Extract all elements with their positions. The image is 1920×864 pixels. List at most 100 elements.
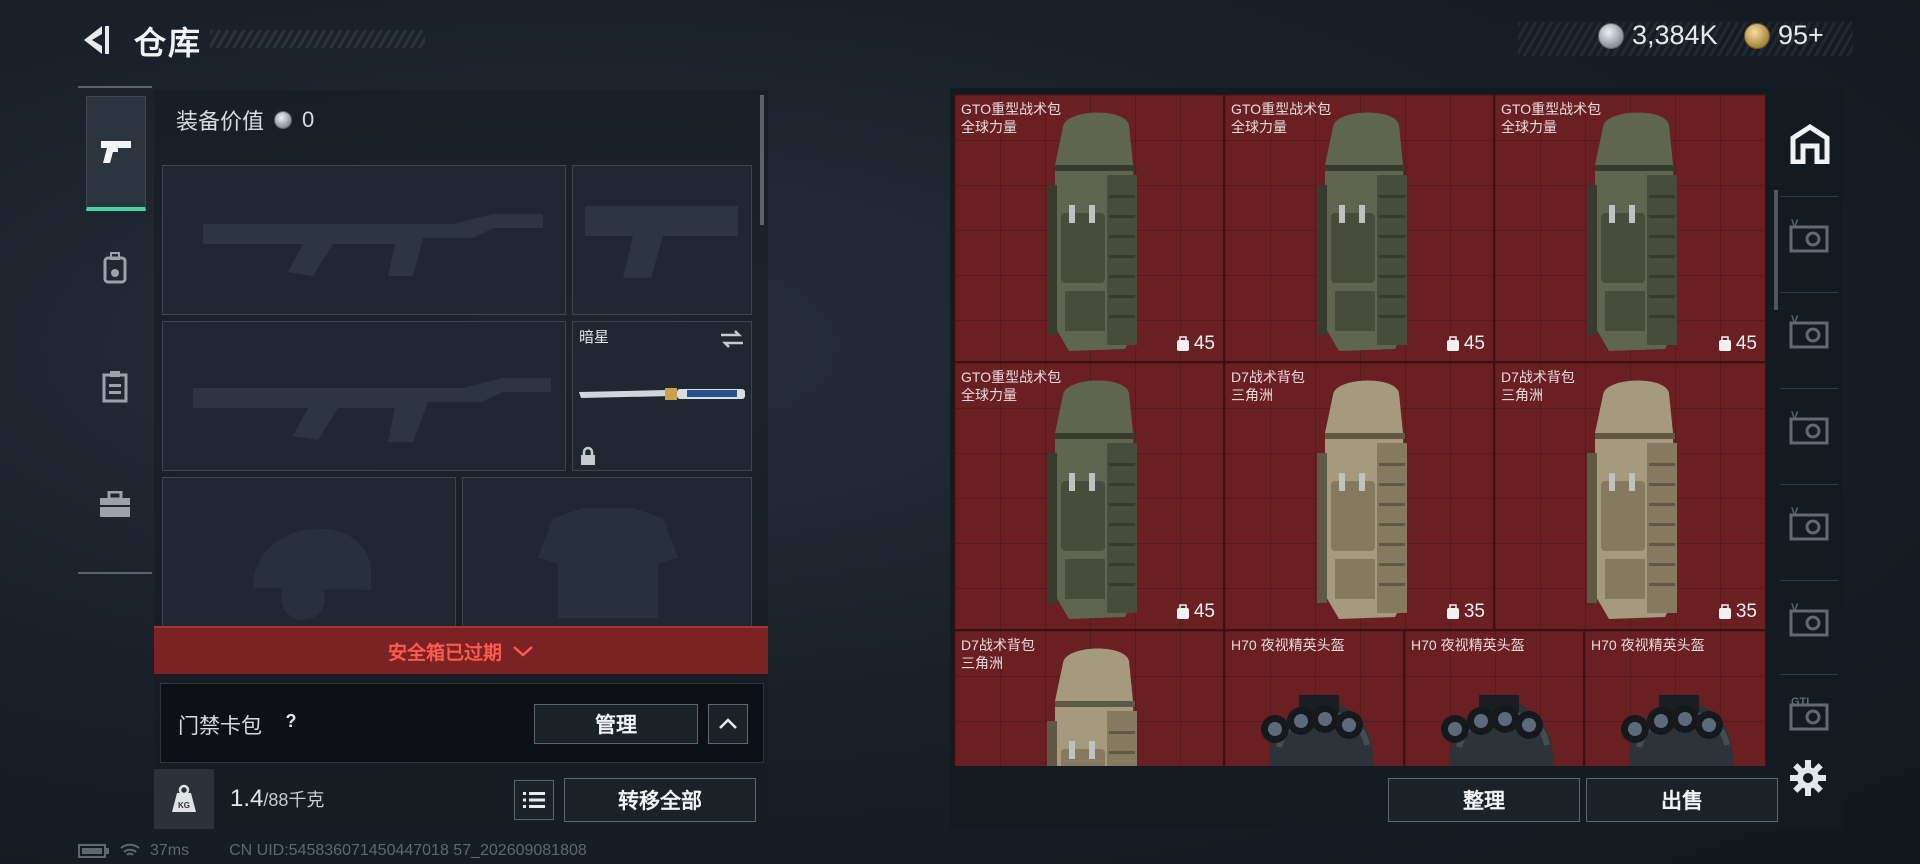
svg-text:V: V xyxy=(1791,602,1799,614)
keycard-pack-label: 门禁卡包 xyxy=(178,715,262,738)
gold-currency-value: 95+ xyxy=(1778,20,1824,50)
wifi-icon xyxy=(120,843,140,856)
inventory-item[interactable]: D7战术背包 三角洲 35 xyxy=(1494,362,1766,630)
inventory-item[interactable]: H70 夜视精英头盔 xyxy=(1224,630,1404,766)
item-name: D7战术背包 xyxy=(961,637,1035,653)
silver-coin-icon xyxy=(274,111,293,129)
item-name: GTO重型战术包 xyxy=(1501,101,1602,117)
carry-weight-current: 1.4 xyxy=(230,785,264,812)
item-capacity: 45 xyxy=(1718,333,1757,355)
item-capacity: 35 xyxy=(1446,601,1485,623)
vault-box-icon[interactable]: V xyxy=(1784,498,1836,550)
sidearm-slot[interactable] xyxy=(572,165,752,315)
item-capacity: 45 xyxy=(1176,601,1215,623)
item-brand: 三角洲 xyxy=(961,655,1003,671)
tab-gear[interactable] xyxy=(86,240,144,298)
clipboard-icon xyxy=(102,371,128,403)
item-capacity: 45 xyxy=(1176,333,1215,355)
inventory-item[interactable]: GTO重型战术包 全球力量 45 xyxy=(954,362,1224,630)
vault-box-icon[interactable]: V xyxy=(1784,594,1836,646)
helmet-image xyxy=(1261,695,1373,766)
sell-button[interactable]: 出售 xyxy=(1586,778,1778,822)
silver-coin-icon xyxy=(1598,22,1624,49)
tab-consumables[interactable] xyxy=(86,358,144,416)
backpack-image xyxy=(1047,648,1137,766)
helmet-image xyxy=(1441,695,1553,766)
helmet-slot[interactable] xyxy=(162,477,456,627)
chevron-up-icon xyxy=(719,718,737,729)
gear-icon[interactable] xyxy=(1788,758,1828,798)
sidebar-divider xyxy=(1780,196,1838,197)
vault-box-icon[interactable]: V xyxy=(1784,210,1836,262)
inventory-scrollbar[interactable] xyxy=(1774,190,1778,310)
armor-slot[interactable] xyxy=(462,477,752,627)
inventory-item[interactable]: GTO重型战术包 全球力量 45 xyxy=(1494,94,1766,362)
helmet-image xyxy=(1621,695,1733,766)
backpack-capacity-icon xyxy=(1176,604,1189,619)
vault-box-icon[interactable]: V xyxy=(1784,306,1836,358)
backpack-capacity-icon xyxy=(1718,604,1731,619)
svg-text:V: V xyxy=(1791,218,1799,230)
item-name: H70 夜视精英头盔 xyxy=(1411,637,1525,653)
inventory-item[interactable]: GTO重型战术包 全球力量 45 xyxy=(954,94,1224,362)
inventory-item[interactable]: H70 夜视精英头盔 xyxy=(1584,630,1766,766)
equipment-value-amount: 0 xyxy=(302,107,315,132)
collapse-button[interactable] xyxy=(708,704,748,744)
inventory-item[interactable]: H70 夜视精英头盔 xyxy=(1404,630,1584,766)
sidebar-divider xyxy=(1780,674,1838,675)
secondary-weapon-slot[interactable] xyxy=(162,321,566,471)
kg-weight-icon: KG xyxy=(172,784,196,812)
vault-box-icon[interactable]: V xyxy=(1784,402,1836,454)
item-name: H70 夜视精英头盔 xyxy=(1231,637,1345,653)
tab-supplies[interactable] xyxy=(86,476,144,534)
carry-weight: 1.4/88千克 xyxy=(230,785,324,813)
backpack-image xyxy=(1317,112,1407,351)
item-name: D7战术背包 xyxy=(1231,369,1305,385)
safebox-expired-banner[interactable]: 安全箱已过期 xyxy=(154,626,768,674)
transfer-all-button[interactable]: 转移全部 xyxy=(564,778,756,822)
weight-icon: KG xyxy=(154,769,214,829)
tab-weapons[interactable] xyxy=(86,96,146,211)
list-view-button[interactable] xyxy=(514,780,554,820)
item-brand: 全球力量 xyxy=(961,387,1017,403)
sidebar-divider xyxy=(1780,388,1838,389)
sort-button[interactable]: 整理 xyxy=(1388,778,1580,822)
pistol-silhouette-icon xyxy=(585,206,738,278)
svg-text:V: V xyxy=(1791,314,1799,326)
equipment-value-label: 装备价值 xyxy=(176,109,265,134)
gti-box-icon[interactable]: GTI xyxy=(1784,688,1836,740)
item-name: GTO重型战术包 xyxy=(1231,101,1332,117)
rifle-silhouette-icon xyxy=(193,378,551,442)
title-decoration xyxy=(210,30,425,48)
inventory-item[interactable]: D7战术背包 三角洲 35 xyxy=(1224,362,1494,630)
item-brand: 全球力量 xyxy=(1231,119,1287,135)
storage-home-icon[interactable] xyxy=(1784,118,1836,170)
inventory-item[interactable]: GTO重型战术包 全球力量 45 xyxy=(1224,94,1494,362)
primary-weapon-slot[interactable] xyxy=(162,165,566,315)
svg-text:V: V xyxy=(1791,506,1799,518)
equipment-scrollbar[interactable] xyxy=(760,95,764,225)
status-bar: 37ms CN UID:545836071450447018 57_202609… xyxy=(78,842,587,860)
melee-slot[interactable]: 暗星 xyxy=(572,321,752,471)
sidebar-divider xyxy=(1780,580,1838,581)
backpack-capacity-icon xyxy=(1176,336,1189,351)
user-uid: CN UID:545836071450447018 57_20260908180… xyxy=(229,842,587,859)
sidebar-divider xyxy=(1780,292,1838,293)
backpack-image xyxy=(1587,112,1677,351)
sidebar-divider xyxy=(1780,484,1838,485)
silver-currency-value: 3,384K xyxy=(1632,20,1718,50)
silver-currency: 3,384K xyxy=(1598,20,1718,51)
back-arrow-icon[interactable] xyxy=(78,22,114,58)
backpack-capacity-icon xyxy=(1446,336,1459,351)
ping-value: 37ms xyxy=(150,842,190,859)
gold-currency[interactable]: 95+ xyxy=(1744,20,1824,51)
swap-icon[interactable] xyxy=(719,328,745,350)
inventory-item[interactable]: D7战术背包 三角洲 xyxy=(954,630,1224,766)
melee-name: 暗星 xyxy=(579,329,610,346)
svg-text:V: V xyxy=(1791,410,1799,422)
item-name: D7战术背包 xyxy=(1501,369,1575,385)
manage-button[interactable]: 管理 xyxy=(534,704,698,744)
help-icon[interactable]: ? xyxy=(278,708,304,734)
item-name: GTO重型战术包 xyxy=(961,369,1062,385)
item-brand: 全球力量 xyxy=(961,119,1017,135)
